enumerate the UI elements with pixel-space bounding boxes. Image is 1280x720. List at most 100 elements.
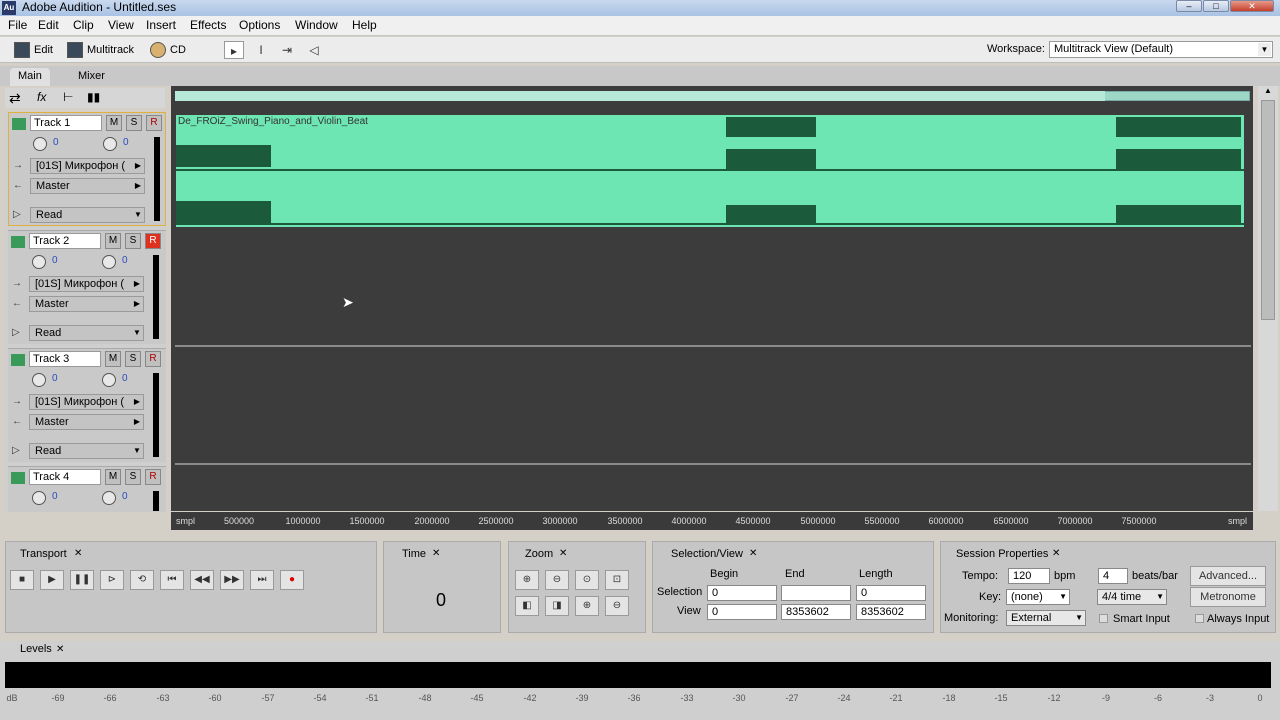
- minimize-button[interactable]: –: [1176, 0, 1202, 12]
- edit-view-button[interactable]: Edit: [14, 41, 53, 59]
- mute-button[interactable]: M: [105, 351, 121, 367]
- time-signature-dropdown[interactable]: 4/4 time ▼: [1097, 589, 1167, 605]
- automation-mode-select[interactable]: Read ▼: [29, 443, 144, 459]
- record-arm-button[interactable]: R: [145, 469, 161, 485]
- close-icon[interactable]: ✕: [74, 548, 82, 559]
- mute-button[interactable]: M: [105, 233, 121, 249]
- volume-knob[interactable]: [32, 255, 46, 269]
- time-selection-tool-icon[interactable]: I: [251, 41, 271, 59]
- input-select[interactable]: [01S] Микрофон (▶: [29, 276, 144, 292]
- volume-knob[interactable]: [32, 491, 46, 505]
- advanced-button[interactable]: Advanced...: [1190, 566, 1266, 586]
- pan-knob[interactable]: [102, 491, 116, 505]
- input-select[interactable]: [01S] Микрофон (▶: [29, 394, 144, 410]
- maximize-button[interactable]: □: [1203, 0, 1229, 12]
- record-button[interactable]: ●: [280, 570, 304, 590]
- menu-help[interactable]: Help: [352, 18, 377, 32]
- volume-value[interactable]: 0: [52, 255, 58, 266]
- close-icon[interactable]: ✕: [1052, 548, 1060, 559]
- zoom-out-horizontal-icon[interactable]: ⊖: [545, 570, 569, 590]
- move-copy-tool-icon[interactable]: ▸: [224, 41, 244, 59]
- view-begin-field[interactable]: 0: [707, 604, 777, 620]
- zoom-out-vertical-icon[interactable]: ⊖: [605, 596, 629, 616]
- menu-view[interactable]: View: [108, 18, 134, 32]
- multitrack-view-button[interactable]: Multitrack: [67, 41, 134, 59]
- menu-window[interactable]: Window: [295, 18, 338, 32]
- menu-file[interactable]: File: [8, 18, 27, 32]
- volume-value[interactable]: 0: [52, 373, 58, 384]
- sends-icon[interactable]: ⊢: [63, 90, 73, 104]
- loop-button[interactable]: ⟲: [130, 570, 154, 590]
- effects-icon[interactable]: fx: [37, 90, 46, 104]
- workspace-dropdown[interactable]: Multitrack View (Default) ▼: [1049, 41, 1273, 58]
- play-button[interactable]: ▶: [40, 570, 64, 590]
- pan-value[interactable]: 0: [122, 255, 128, 266]
- expand-icon[interactable]: ▷: [12, 445, 20, 456]
- view-length-field[interactable]: 8353602: [856, 604, 926, 620]
- volume-value[interactable]: 0: [53, 137, 59, 148]
- menu-insert[interactable]: Insert: [146, 18, 176, 32]
- expand-icon[interactable]: ▷: [13, 209, 21, 220]
- automation-mode-select[interactable]: Read ▼: [30, 207, 145, 223]
- smart-input-checkbox[interactable]: [1099, 614, 1108, 623]
- menu-options[interactable]: Options: [239, 18, 280, 32]
- vertical-scrollbar[interactable]: ▲: [1258, 86, 1278, 511]
- mute-button[interactable]: M: [106, 115, 122, 131]
- record-arm-button[interactable]: R: [145, 233, 161, 249]
- pause-button[interactable]: ❚❚: [70, 570, 94, 590]
- track-name-field[interactable]: Track 2: [29, 233, 101, 249]
- hybrid-tool-icon[interactable]: ⇥: [277, 41, 297, 59]
- always-input-checkbox[interactable]: [1195, 614, 1204, 623]
- output-select[interactable]: Master ▶: [29, 296, 144, 312]
- audio-clip[interactable]: [176, 115, 1244, 227]
- scroll-thumb[interactable]: [1261, 100, 1275, 320]
- menu-effects[interactable]: Effects: [190, 18, 226, 32]
- pan-knob[interactable]: [103, 137, 117, 151]
- zoom-in-horizontal-icon[interactable]: ⊕: [515, 570, 539, 590]
- track-header-3[interactable]: Track 3 M S R 0 0 → [01S] Микрофон (▶ ← …: [8, 348, 166, 462]
- zoom-selection-icon[interactable]: ⊡: [605, 570, 629, 590]
- play-from-cursor-button[interactable]: ⊳: [100, 570, 124, 590]
- menu-edit[interactable]: Edit: [38, 18, 59, 32]
- solo-button[interactable]: S: [125, 351, 141, 367]
- rewind-button[interactable]: ◀◀: [190, 570, 214, 590]
- track-header-2[interactable]: Track 2 M S R 0 0 → [01S] Микрофон (▶ ← …: [8, 230, 166, 344]
- pan-value[interactable]: 0: [123, 137, 129, 148]
- zoom-in-vertical-icon[interactable]: ⊕: [575, 596, 599, 616]
- tab-main[interactable]: Main: [10, 68, 50, 86]
- scroll-up-icon[interactable]: ▲: [1261, 86, 1275, 98]
- overview-visible-range[interactable]: [175, 91, 1105, 101]
- track-name-field[interactable]: Track 1: [30, 115, 102, 131]
- record-arm-button[interactable]: R: [146, 115, 162, 131]
- monitoring-dropdown[interactable]: External ▼: [1006, 610, 1086, 626]
- automation-mode-select[interactable]: Read ▼: [29, 325, 144, 341]
- volume-knob[interactable]: [32, 373, 46, 387]
- cd-view-button[interactable]: CD: [150, 41, 186, 59]
- menu-clip[interactable]: Clip: [73, 18, 94, 32]
- close-icon[interactable]: ✕: [749, 548, 757, 559]
- track-name-field[interactable]: Track 3: [29, 351, 101, 367]
- track-name-field[interactable]: Track 4: [29, 469, 101, 485]
- eq-icon[interactable]: ▮▮: [87, 90, 100, 104]
- zoom-out-full-icon[interactable]: ⊙: [575, 570, 599, 590]
- close-icon[interactable]: ✕: [56, 644, 64, 655]
- key-dropdown[interactable]: (none) ▼: [1006, 589, 1070, 605]
- track-header-4[interactable]: Track 4 M S R 0 0: [8, 466, 166, 512]
- solo-button[interactable]: S: [125, 233, 141, 249]
- input-select[interactable]: [01S] Микрофон (▶: [30, 158, 145, 174]
- track-header-1[interactable]: Track 1 M S R 0 0 → [01S] Микрофон (▶ ← …: [8, 112, 166, 226]
- pan-value[interactable]: 0: [122, 373, 128, 384]
- selection-length-field[interactable]: 0: [856, 585, 926, 601]
- tab-mixer[interactable]: Mixer: [70, 68, 113, 86]
- expand-icon[interactable]: ▷: [12, 327, 20, 338]
- solo-button[interactable]: S: [126, 115, 142, 131]
- go-to-end-button[interactable]: ⏭: [250, 570, 274, 590]
- volume-value[interactable]: 0: [52, 491, 58, 502]
- pan-value[interactable]: 0: [122, 491, 128, 502]
- pan-knob[interactable]: [102, 255, 116, 269]
- go-to-start-button[interactable]: ⏮: [160, 570, 184, 590]
- zoom-right-edge-icon[interactable]: ◨: [545, 596, 569, 616]
- output-select[interactable]: Master ▶: [30, 178, 145, 194]
- selection-begin-field[interactable]: 0: [707, 585, 777, 601]
- close-icon[interactable]: ✕: [432, 548, 440, 559]
